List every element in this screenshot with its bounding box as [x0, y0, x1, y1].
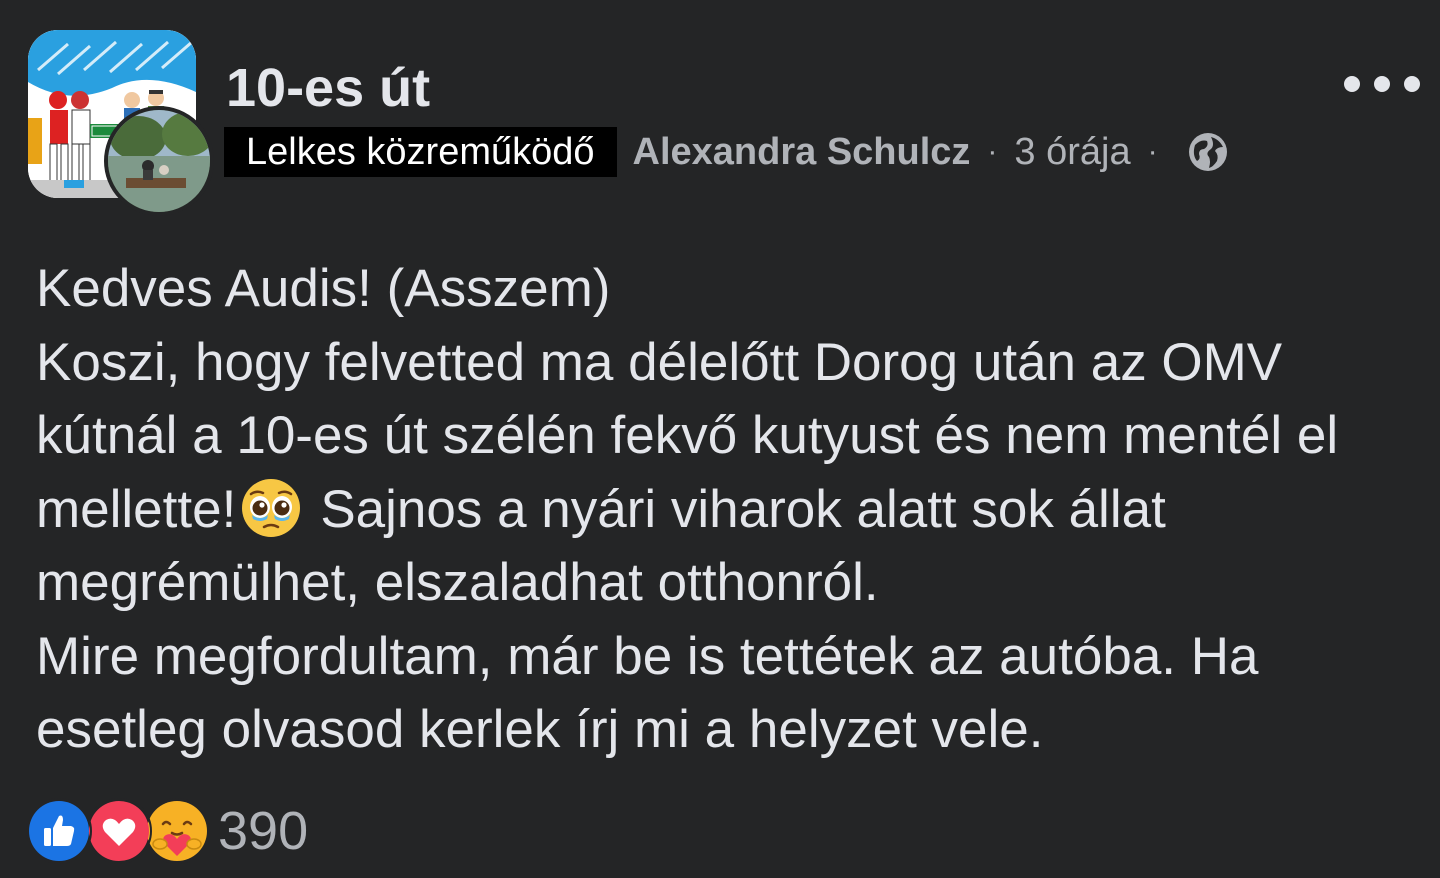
post-line: Kedves Audis! (Asszem) — [36, 259, 611, 318]
post-line: Mire megfordultam, már be is tettétek az… — [36, 626, 1259, 686]
reactions-summary[interactable]: 390 — [26, 798, 308, 864]
meta-separator: · — [1147, 135, 1158, 168]
post-line: Koszi, hogy felvetted ma délelőtt Dorog … — [36, 332, 1283, 392]
post-line: kútnál a 10-es út szélén fekvő kutyust é… — [36, 406, 1339, 465]
post-timestamp[interactable]: 3 órája — [1014, 131, 1130, 174]
user-avatar[interactable] — [104, 106, 214, 216]
love-icon — [86, 798, 152, 864]
post-line: megrémülhet, elszaladhat otthonról. — [36, 553, 879, 612]
more-options-button[interactable] — [1344, 64, 1420, 104]
user-avatar-photo — [108, 110, 210, 212]
post-line-segment: mellette! — [36, 479, 237, 539]
post-line: mellette! Sajnos a nyári viharok alatt s… — [36, 473, 1428, 547]
care-icon — [144, 798, 210, 864]
more-options-icon — [1374, 76, 1390, 92]
globe-icon[interactable] — [1187, 131, 1229, 173]
post-meta-row: Lelkes közreműködő Alexandra Schulcz · 3… — [224, 127, 1229, 177]
post-line-segment: Sajnos a nyári viharok alatt sok állat — [320, 479, 1166, 539]
more-options-icon — [1404, 76, 1420, 92]
facebook-post: 10-es út Lelkes közreműködő Alexandra Sc… — [0, 0, 1440, 878]
more-options-icon — [1344, 76, 1360, 92]
reaction-icons — [26, 798, 210, 864]
like-icon — [26, 798, 92, 864]
group-name[interactable]: 10-es út — [226, 56, 430, 120]
post-line: esetleg olvasod kerlek írj mi a helyzet … — [36, 700, 1044, 759]
meta-separator: · — [987, 135, 998, 168]
post-body: Kedves Audis! (Asszem) Koszi, hogy felve… — [36, 252, 1428, 767]
reaction-count[interactable]: 390 — [218, 798, 308, 864]
author-name[interactable]: Alexandra Schulcz — [633, 131, 971, 174]
pleading-face-emoji — [240, 477, 302, 539]
contributor-badge[interactable]: Lelkes közreműködő — [224, 127, 617, 177]
